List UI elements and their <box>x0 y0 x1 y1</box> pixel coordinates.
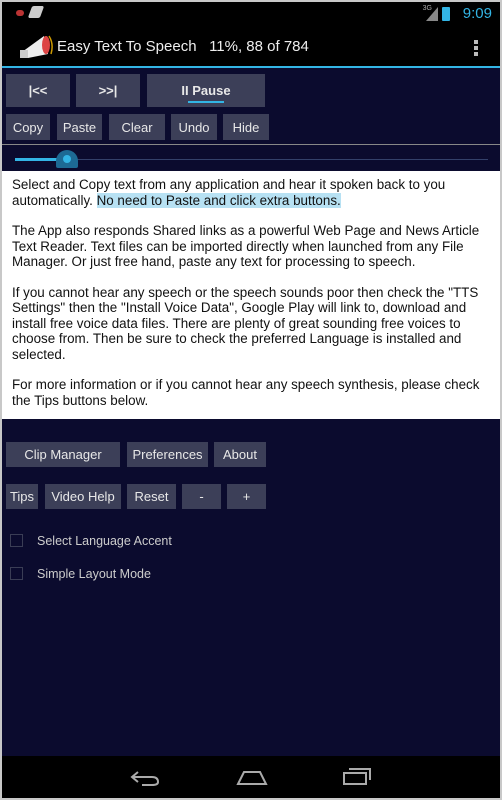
app-title: Easy Text To Speech 11%, 88 of 784 <box>57 38 309 55</box>
text-paragraph: If you cannot hear any speech or the spe… <box>12 284 479 362</box>
megaphone-logo-icon <box>20 35 53 58</box>
battery-icon <box>442 7 450 21</box>
text-paragraph: The App also responds Shared links as a … <box>12 223 480 269</box>
navigation-bar <box>2 756 500 798</box>
notification-icon <box>16 10 24 16</box>
text-display[interactable]: Select and Copy text from any applicatio… <box>2 171 500 419</box>
copy-button[interactable]: Copy <box>6 114 50 140</box>
overflow-menu-icon[interactable] <box>474 40 478 56</box>
status-bar: 3G 9:09 <box>2 2 500 26</box>
action-bar: Easy Text To Speech 11%, 88 of 784 <box>2 26 500 68</box>
pause-button[interactable]: II Pause <box>147 74 265 107</box>
decrease-button[interactable]: - <box>182 484 221 509</box>
clock: 9:09 <box>462 5 492 22</box>
back-icon[interactable] <box>130 768 160 786</box>
increase-button[interactable]: + <box>227 484 266 509</box>
slider-track <box>15 159 488 160</box>
previous-button[interactable]: |<< <box>6 74 70 107</box>
clip-manager-button[interactable]: Clip Manager <box>6 442 120 467</box>
clear-button[interactable]: Clear <box>109 114 165 140</box>
simple-layout-checkbox[interactable] <box>10 567 23 580</box>
text-paragraph: For more information or if you cannot he… <box>12 377 480 408</box>
preferences-button[interactable]: Preferences <box>127 442 208 467</box>
pause-indicator <box>188 101 224 103</box>
language-accent-label[interactable]: Select Language Accent <box>37 534 172 548</box>
reset-button[interactable]: Reset <box>127 484 176 509</box>
home-icon[interactable] <box>236 768 268 786</box>
highlighted-text: No need to Paste and click extra buttons… <box>96 192 341 208</box>
about-button[interactable]: About <box>214 442 266 467</box>
hide-button[interactable]: Hide <box>223 114 269 140</box>
language-accent-checkbox[interactable] <box>10 534 23 547</box>
app-name: Easy Text To Speech <box>57 38 197 55</box>
slider-thumb[interactable] <box>56 150 79 168</box>
text-paragraph: Select and Copy text from any applicatio… <box>12 177 490 208</box>
tips-button[interactable]: Tips <box>6 484 38 509</box>
paste-button[interactable]: Paste <box>57 114 102 140</box>
screen: 3G 9:09 Easy Text To Speech 11%, 88 of 7… <box>2 2 500 798</box>
pause-label: II Pause <box>181 83 231 98</box>
video-help-button[interactable]: Video Help <box>45 484 121 509</box>
recent-apps-icon[interactable] <box>342 766 372 786</box>
megaphone-notification-icon <box>27 6 45 18</box>
simple-layout-label[interactable]: Simple Layout Mode <box>37 567 151 581</box>
progress-text: 11%, 88 of 784 <box>209 38 309 55</box>
signal-icon <box>426 7 438 21</box>
next-button[interactable]: >>| <box>76 74 140 107</box>
undo-button[interactable]: Undo <box>171 114 217 140</box>
position-slider[interactable] <box>2 144 500 171</box>
